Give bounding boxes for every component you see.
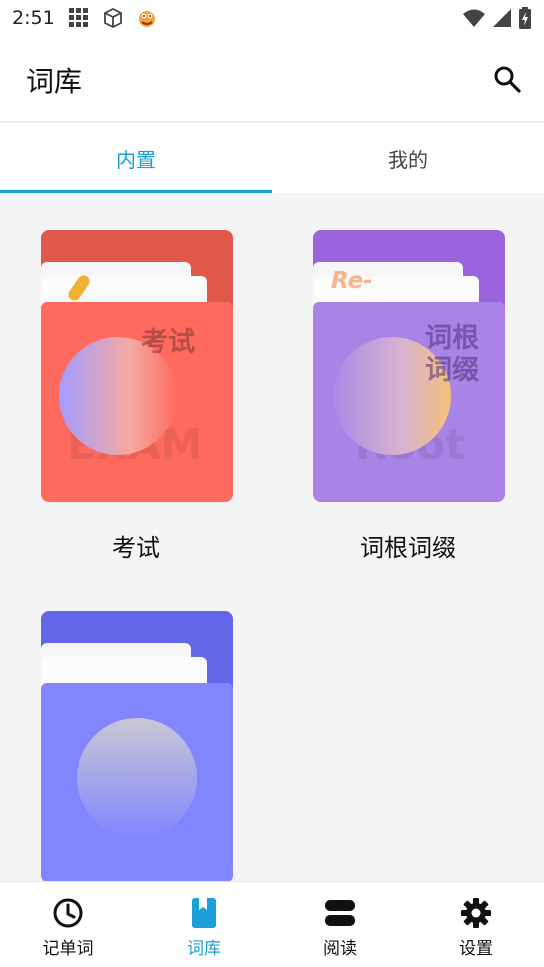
page-title: 词库 (26, 65, 83, 98)
battery-charging-icon (518, 6, 532, 34)
nav-item-memorize[interactable]: 记单词 (0, 882, 136, 967)
app-root: 2:51 词库 内置 我的 考试 考试 Re- 词根 词缀 词根词缀 记单词 词… (0, 0, 544, 967)
status-bar: 2:51 (0, 0, 544, 36)
tab-bar: 内置 我的 (0, 123, 544, 193)
book-card-third[interactable] (41, 611, 233, 883)
bottom-nav: 记单词 词库 阅读 设置 (0, 881, 544, 967)
nav-label: 设置 (459, 939, 493, 959)
tab-mine[interactable]: 我的 (272, 123, 544, 193)
grid-icon (67, 6, 91, 30)
search-button[interactable] (490, 62, 524, 96)
nav-label: 阅读 (323, 939, 357, 959)
cover-circle (77, 718, 197, 838)
app-bar: 词库 (0, 36, 544, 122)
cover-title: 考试 (141, 327, 195, 358)
status-right (462, 6, 532, 34)
nav-item-settings[interactable]: 设置 (408, 882, 544, 967)
wifi-icon (462, 7, 486, 33)
cover-title-line2: 词缀 (425, 355, 479, 386)
book-cover: EXAM 考试 (41, 302, 233, 502)
cookie-monster-icon (135, 6, 159, 30)
book-icon (187, 896, 221, 930)
clock-icon (51, 896, 85, 930)
cube-icon (101, 6, 125, 30)
cover-title-line1: 词根 (425, 323, 479, 354)
nav-item-reading[interactable]: 阅读 (272, 882, 408, 967)
status-time: 2:51 (12, 7, 55, 29)
book-cover: Root 词根 词缀 (313, 302, 505, 502)
nav-label: 记单词 (42, 939, 94, 959)
tab-builtin[interactable]: 内置 (0, 123, 272, 193)
signal-icon (492, 7, 512, 33)
book-name-exam[interactable]: 考试 (0, 528, 272, 563)
gear-icon (459, 896, 493, 930)
book-card-exam[interactable]: EXAM 考试 (41, 230, 233, 502)
book-cover (41, 683, 233, 883)
nav-item-wordbank[interactable]: 词库 (136, 882, 272, 967)
book-name-roots[interactable]: 词根词缀 (272, 528, 544, 563)
nav-label: 词库 (187, 939, 221, 959)
cover-badge: Re- (331, 268, 373, 294)
reading-icon (323, 896, 357, 930)
book-card-roots[interactable]: Re- Root 词根 词缀 (313, 230, 505, 502)
search-icon (494, 66, 521, 93)
